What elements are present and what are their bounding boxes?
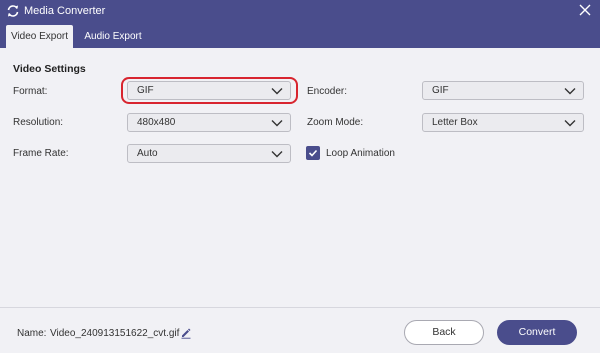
tab-video-export[interactable]: Video Export [6,25,73,48]
chevron-down-icon [271,120,283,127]
encoder-value: GIF [432,85,449,96]
file-name-value: Video_240913151622_cvt.gif [50,328,180,339]
file-name-label: Name: [17,328,47,339]
resolution-label: Resolution: [13,117,64,128]
zoom-mode-value: Letter Box [432,117,478,128]
chevron-down-icon [564,120,576,127]
tab-bar: Video Export Audio Export [0,22,600,48]
resolution-value: 480x480 [137,117,176,128]
chevron-down-icon [564,88,576,95]
convert-button[interactable]: Convert [497,320,577,345]
encoder-label: Encoder: [307,86,348,97]
close-icon[interactable] [578,3,592,17]
window-title: Media Converter [24,5,106,17]
format-label: Format: [13,86,48,97]
encoder-select[interactable]: GIF [422,81,584,100]
zoom-mode-label: Zoom Mode: [307,117,364,128]
pencil-icon[interactable] [180,327,192,339]
app-refresh-icon [7,5,19,17]
back-button[interactable]: Back [404,320,484,345]
frame-rate-label: Frame Rate: [13,148,69,159]
title-bar: Media Converter [0,0,600,22]
chevron-down-icon [271,151,283,158]
frame-rate-select[interactable]: Auto [127,144,291,163]
loop-animation-checkbox[interactable] [306,146,320,160]
resolution-select[interactable]: 480x480 [127,113,291,132]
check-icon [308,149,318,157]
section-title: Video Settings [13,63,86,75]
loop-animation-label: Loop Animation [326,148,395,159]
footer-divider [0,307,600,308]
format-highlight-annotation [121,77,298,104]
zoom-mode-select[interactable]: Letter Box [422,113,584,132]
frame-rate-value: Auto [137,148,158,159]
tab-audio-export[interactable]: Audio Export [78,25,148,48]
